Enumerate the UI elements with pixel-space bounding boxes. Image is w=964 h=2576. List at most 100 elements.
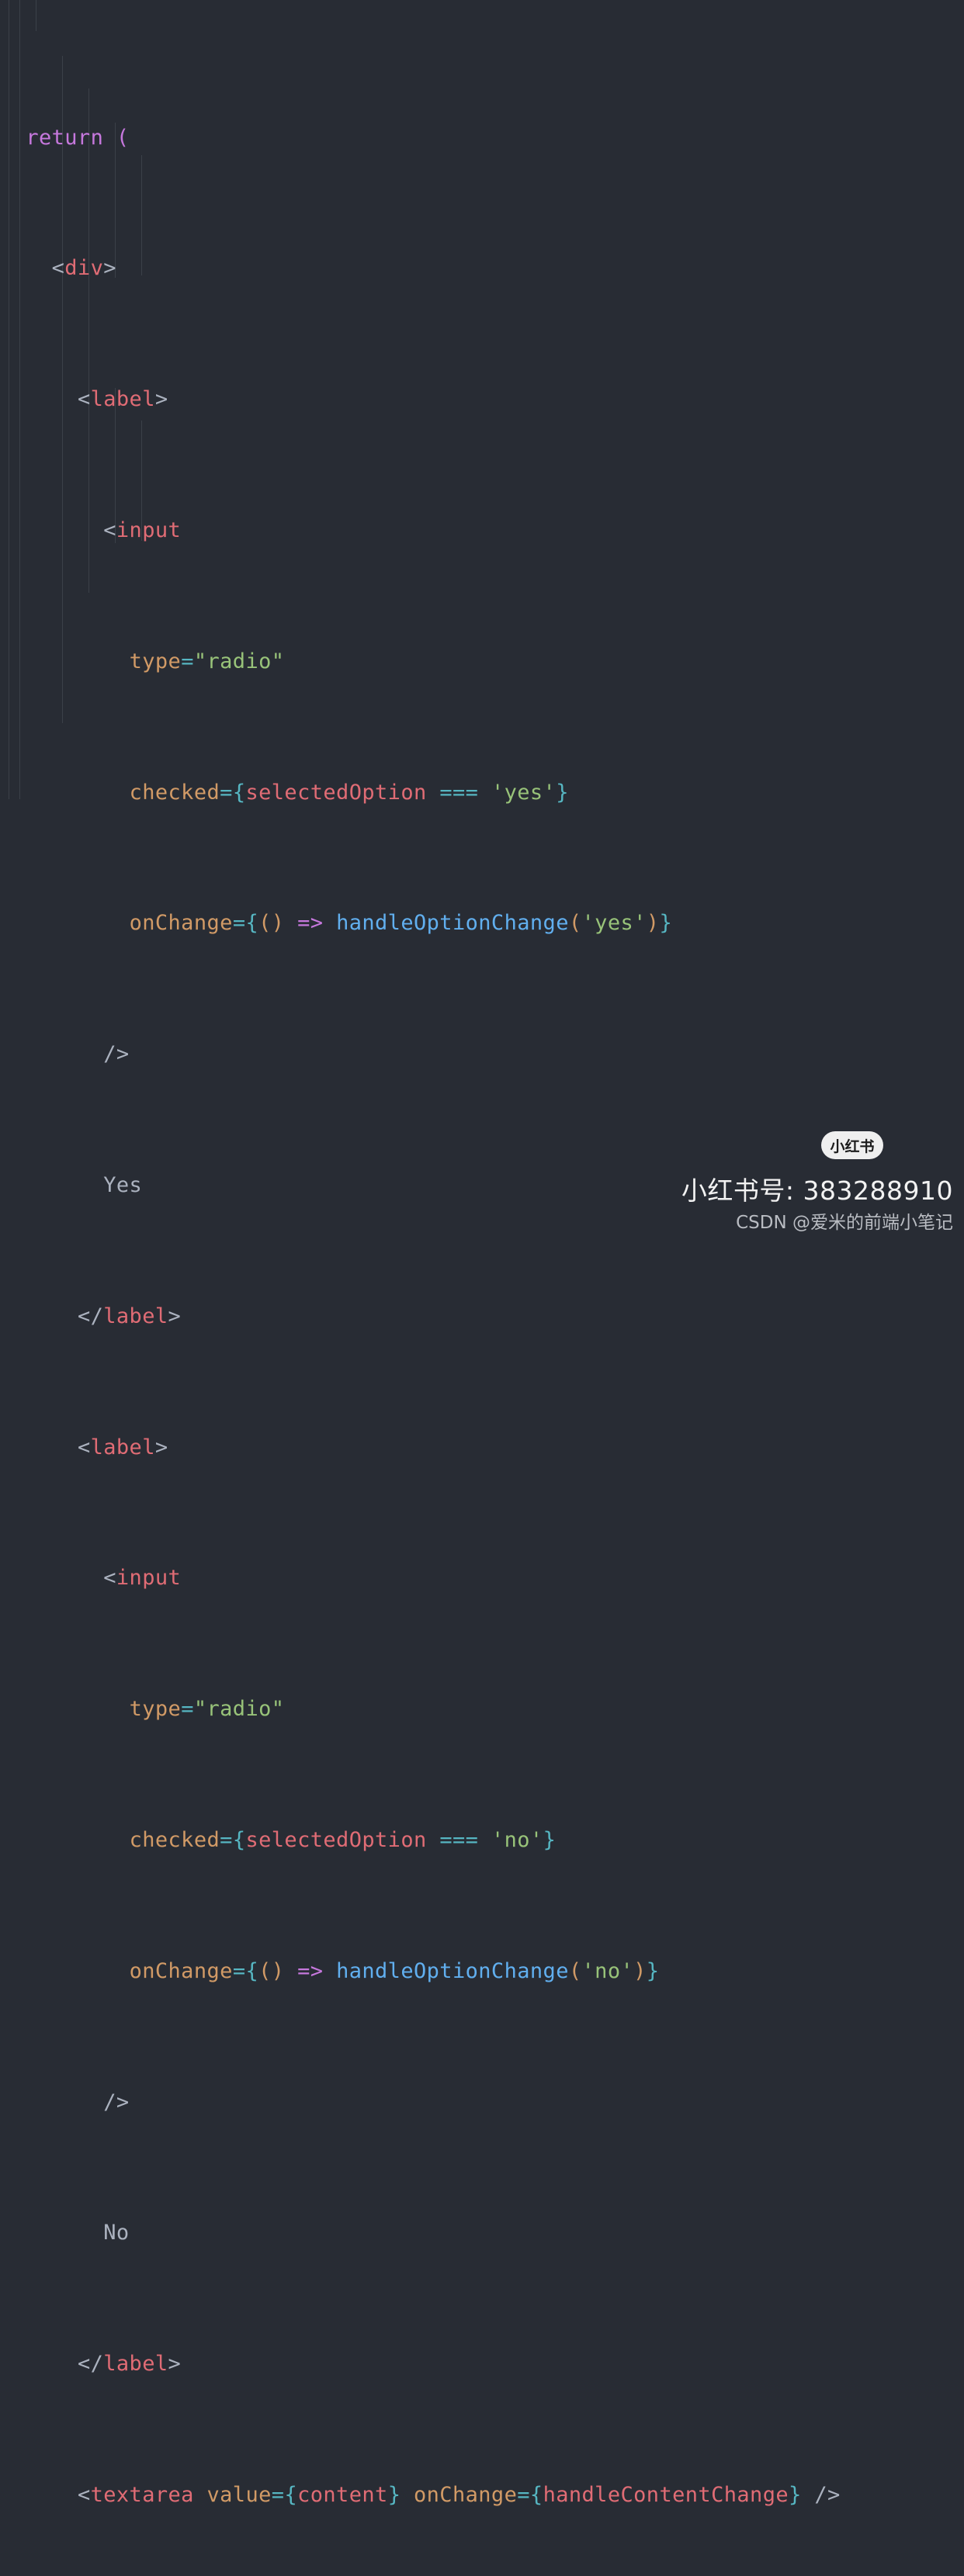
token-lt: < xyxy=(103,518,116,542)
token-self-close: /> xyxy=(103,1042,130,1067)
token-arrow: => xyxy=(297,1958,324,1983)
token-tag-label: label xyxy=(103,2352,168,2377)
token-lt: < xyxy=(77,1435,91,1459)
token-lbrace: { xyxy=(232,1827,246,1852)
code-line: onChange={() => handleOptionChange('yes'… xyxy=(0,907,964,940)
token-fn-handle-option-change: handleOptionChange xyxy=(336,911,569,936)
token-equals: = xyxy=(181,649,194,673)
token-lt: < xyxy=(77,387,91,412)
token-lparen: ( xyxy=(568,911,582,936)
code-line: <label> xyxy=(0,383,964,416)
token-gt: > xyxy=(154,387,168,412)
token-rbrace: } xyxy=(387,2482,401,2507)
token-keyword-return: return xyxy=(26,125,104,150)
code-line: checked={selectedOption === 'yes'} xyxy=(0,777,964,809)
token-var-selected-option: selectedOption xyxy=(245,780,427,805)
token-string-no: 'no' xyxy=(581,1958,634,1983)
token-lt: < xyxy=(103,1566,116,1591)
token-tag-label: label xyxy=(90,387,155,412)
token-attr-onchange: onChange xyxy=(129,911,233,936)
token-text-yes: Yes xyxy=(103,1172,143,1197)
code-line: <div> xyxy=(0,252,964,285)
token-rparen: ) xyxy=(271,1958,285,1983)
token-attr-value: value xyxy=(206,2482,272,2507)
code-line: type="radio" xyxy=(0,646,964,678)
token-equals: = xyxy=(220,780,233,805)
token-attr-checked: checked xyxy=(129,1827,220,1852)
token-gt: > xyxy=(154,1435,168,1459)
token-string-yes: 'yes' xyxy=(491,780,557,805)
token-gt: > xyxy=(103,256,116,281)
token-tag-input: input xyxy=(116,518,182,542)
code-line: </label> xyxy=(0,2348,964,2380)
token-text-no: No xyxy=(103,2221,130,2245)
token-string-radio: "radio" xyxy=(193,649,285,673)
token-equals: = xyxy=(232,1958,246,1983)
code-block: return ( <div> <label> <input type="radi… xyxy=(0,23,964,2576)
token-gt: > xyxy=(168,1304,182,1328)
token-attr-onchange: onChange xyxy=(129,1958,233,1983)
token-gt: > xyxy=(168,2352,182,2377)
token-tag-input: input xyxy=(116,1566,182,1591)
token-var-selected-option: selectedOption xyxy=(245,1827,427,1852)
token-lparen: ( xyxy=(258,911,272,936)
token-lbrace: { xyxy=(232,780,246,805)
code-line: onChange={() => handleOptionChange('no')… xyxy=(0,1955,964,1988)
token-lt-slash: </ xyxy=(77,2352,104,2377)
token-tag-div: div xyxy=(64,256,104,281)
code-line: /> xyxy=(0,2086,964,2119)
code-line: checked={selectedOption === 'no'} xyxy=(0,1824,964,1857)
token-self-close: /> xyxy=(103,2090,130,2114)
code-line: <input xyxy=(0,1562,964,1594)
token-equals: = xyxy=(517,2482,530,2507)
token-equals: = xyxy=(220,1827,233,1852)
token-tag-textarea: textarea xyxy=(90,2482,194,2507)
code-line: <label> xyxy=(0,1432,964,1464)
csdn-author-credit: CSDN @爱米的前端小笔记 xyxy=(736,1213,953,1233)
code-line: No xyxy=(0,2217,964,2249)
code-line: </label> xyxy=(0,1300,964,1333)
code-line: type="radio" xyxy=(0,1693,964,1726)
token-lbrace: { xyxy=(284,2482,298,2507)
xiaohongshu-badge-label: 小红书 xyxy=(830,1137,875,1155)
token-lbrace: { xyxy=(245,1958,259,1983)
code-line: /> xyxy=(0,1038,964,1071)
token-lt-slash: </ xyxy=(77,1304,104,1328)
token-equals: = xyxy=(271,2482,285,2507)
token-rparen: ) xyxy=(271,911,285,936)
code-line: <textarea value={content} onChange={hand… xyxy=(0,2479,964,2512)
token-fn-handle-option-change: handleOptionChange xyxy=(336,1958,569,1983)
token-var-content: content xyxy=(297,2482,388,2507)
token-lbrace: { xyxy=(245,911,259,936)
xiaohongshu-account-id: 小红书号: 383288910 xyxy=(681,1175,953,1206)
code-line: <input xyxy=(0,514,964,547)
token-string-no: 'no' xyxy=(491,1827,543,1852)
code-line: return ( xyxy=(0,122,964,154)
token-arrow: => xyxy=(297,911,324,936)
token-open-paren: ( xyxy=(116,125,130,150)
xiaohongshu-badge: 小红书 xyxy=(821,1131,883,1159)
code-editor-surface: return ( <div> <label> <input type="radi… xyxy=(0,0,964,2507)
token-lparen: ( xyxy=(258,1958,272,1983)
token-rbrace: } xyxy=(659,911,673,936)
token-rparen: ) xyxy=(646,911,660,936)
token-attr-checked: checked xyxy=(129,780,220,805)
token-rbrace: } xyxy=(556,780,569,805)
token-string-yes: 'yes' xyxy=(581,911,647,936)
token-rbrace: } xyxy=(543,1827,557,1852)
token-rbrace: } xyxy=(789,2482,802,2507)
token-triple-equals: === xyxy=(439,1827,479,1852)
token-equals: = xyxy=(232,911,246,936)
token-lparen: ( xyxy=(568,1958,582,1983)
token-lt: < xyxy=(51,256,65,281)
token-attr-type: type xyxy=(129,1697,182,1722)
token-lbrace: { xyxy=(529,2482,543,2507)
token-self-close: /> xyxy=(814,2482,841,2507)
token-rparen: ) xyxy=(633,1958,647,1983)
token-string-radio: "radio" xyxy=(193,1697,285,1722)
token-lt: < xyxy=(77,2482,91,2507)
token-attr-type: type xyxy=(129,649,182,673)
token-equals: = xyxy=(181,1697,194,1722)
token-tag-label: label xyxy=(103,1304,168,1328)
token-tag-label: label xyxy=(90,1435,155,1459)
